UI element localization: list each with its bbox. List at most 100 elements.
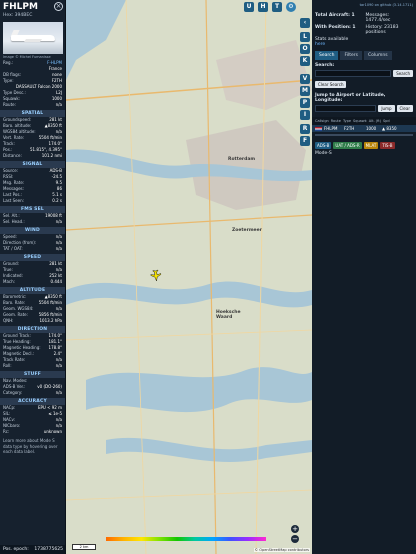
section-speed: SPEED Ground: 281 kt True: n/a Indicated: 252 … bbox=[0, 254, 65, 285]
info-value: 0.444 bbox=[50, 279, 62, 284]
pos-epoch-value: 1738775625 bbox=[34, 547, 63, 552]
section-heading[interactable]: SPATIAL bbox=[0, 110, 65, 117]
messages-rate: Messages: 1477.4/sec bbox=[365, 13, 391, 23]
badge-tisb: TIS-B bbox=[380, 142, 395, 149]
info-label: TAT / OAT: bbox=[3, 246, 23, 251]
tab-search[interactable]: Search bbox=[315, 51, 339, 60]
section-direction: DIRECTION Ground Track: 174.0° True Heading… bbox=[0, 326, 65, 369]
map-canvas[interactable] bbox=[66, 0, 312, 554]
info-value: 1013.2 hPa bbox=[39, 318, 63, 323]
close-icon[interactable]: × bbox=[54, 2, 63, 11]
panel-tabs: Search Filters Columns bbox=[312, 47, 416, 60]
section-heading[interactable]: WIND bbox=[0, 227, 65, 234]
row-alt: ▲ 8350 bbox=[382, 126, 397, 131]
info-row: QNH: 1013.2 hPa bbox=[0, 318, 65, 324]
section-signal: SIGNAL Source: ADS-B RSSI: -24.5 Msg. Rate: 9.… bbox=[0, 161, 65, 204]
info-label: Type: bbox=[3, 78, 14, 83]
map-control-m[interactable]: M bbox=[300, 86, 310, 96]
badge-uat: UAT / ADS-R bbox=[333, 142, 362, 149]
info-label: Last Seen: bbox=[3, 198, 24, 203]
section-stuff: STUFF Nav. Modes: ADS-B Ver.: v0 (DO-260) Ca… bbox=[0, 371, 65, 396]
aircraft-table-header: Callsign Route Type Squawk Alt. (ft) Spd bbox=[312, 117, 416, 125]
col-callsign[interactable]: Callsign bbox=[315, 119, 329, 123]
info-value: n/a bbox=[55, 219, 62, 224]
info-row: Last Seen: 0.2 s bbox=[0, 198, 65, 204]
history-count: History: 23183 positions bbox=[365, 25, 399, 35]
jump-label: Jump to Airport or Latitude, Longitude: bbox=[315, 93, 386, 103]
map-control-p[interactable]: P bbox=[300, 98, 310, 108]
aircraft-info-row: Route: n/a bbox=[0, 102, 65, 108]
map-control-t[interactable]: T bbox=[272, 2, 282, 12]
map-control-v[interactable]: V bbox=[300, 74, 310, 84]
with-position: With Position: 1 bbox=[315, 25, 356, 30]
settings-icon[interactable]: ⚙ bbox=[286, 2, 296, 12]
map-control-h[interactable]: H bbox=[258, 2, 268, 12]
table-row[interactable]: FHLPM F2TH 1000 ▲ 8350 bbox=[312, 125, 416, 132]
info-label: Mach: bbox=[3, 279, 15, 284]
section-heading[interactable]: SIGNAL bbox=[0, 161, 65, 168]
map-control-l[interactable]: L bbox=[300, 32, 310, 42]
section-heading[interactable]: ALTITUDE bbox=[0, 287, 65, 294]
right-panel: tar1090 on github (3.14.1711) Total Airc… bbox=[312, 0, 416, 554]
section-heading[interactable]: SPEED bbox=[0, 254, 65, 261]
row-callsign: FHLPM bbox=[324, 126, 338, 131]
info-row: TAT / OAT: n/a bbox=[0, 246, 65, 252]
col-alt[interactable]: Alt. (ft) bbox=[369, 119, 381, 123]
col-squawk[interactable]: Squawk bbox=[353, 119, 367, 123]
map-view[interactable]: Rotterdam Zoetermeer Hoeksche Waard U H … bbox=[66, 0, 312, 554]
info-label: QNH: bbox=[3, 318, 14, 323]
collapse-panel-icon[interactable]: ‹ bbox=[300, 18, 310, 28]
map-control-i[interactable]: I bbox=[300, 110, 310, 120]
col-type[interactable]: Type bbox=[343, 119, 351, 123]
section-accuracy: ACCURACY NACp: EPU < 92 m SIL: ≤ 1e-5 NACv: n/… bbox=[0, 398, 65, 435]
search-button[interactable]: Search bbox=[393, 70, 413, 77]
zoom-in-button[interactable]: + bbox=[291, 525, 299, 533]
map-attribution[interactable]: © OpenStreetMap contributors bbox=[253, 548, 310, 552]
pos-epoch: Pos. epoch: 1738775625 bbox=[0, 545, 65, 554]
jump-button[interactable]: Jump bbox=[378, 105, 395, 112]
section-heading[interactable]: FMS SEL bbox=[0, 206, 65, 213]
info-value: 101.2 nmi bbox=[41, 153, 62, 158]
map-place-zoetermeer: Zoetermeer bbox=[232, 228, 262, 233]
row-type: F2TH bbox=[344, 126, 355, 131]
map-control-r[interactable]: R bbox=[300, 124, 310, 134]
table-scrollbar[interactable] bbox=[315, 134, 413, 136]
map-control-k[interactable]: K bbox=[300, 56, 310, 66]
aircraft-info-panel: FHLPM × Hex: 394BEC Image © Michel Fuman… bbox=[0, 0, 66, 554]
version-link[interactable]: tar1090 on github (3.14.1711) bbox=[312, 0, 416, 7]
map-control-o[interactable]: O bbox=[300, 44, 310, 54]
section-heading[interactable]: DIRECTION bbox=[0, 326, 65, 333]
info-label: Reg.: bbox=[3, 60, 14, 65]
aircraft-photo[interactable] bbox=[3, 22, 63, 54]
map-control-u[interactable]: U bbox=[244, 2, 254, 12]
zoom-out-button[interactable]: − bbox=[291, 535, 299, 543]
mode-s-label: Mode-S bbox=[315, 151, 332, 156]
jump-clear-button[interactable]: Clear bbox=[396, 105, 413, 112]
col-speed[interactable]: Spd bbox=[383, 119, 390, 123]
tab-columns[interactable]: Columns bbox=[363, 51, 392, 60]
mode-s-note: Learn more about Mode S data type by hov… bbox=[3, 438, 58, 454]
info-row: Roll: n/a bbox=[0, 363, 65, 369]
clear-search-button[interactable]: Clear Search bbox=[315, 81, 347, 88]
map-control-f[interactable]: F bbox=[300, 136, 310, 146]
map-place-rotterdam: Rotterdam bbox=[228, 157, 256, 162]
section-wind: WIND Speed: n/a Direction (from): n/a TAT / O… bbox=[0, 227, 65, 252]
hex-subtitle: Hex: 394BEC bbox=[3, 13, 33, 18]
info-label: Sel. Head.: bbox=[3, 219, 25, 224]
map-place-hoeksche-waard: Hoeksche Waard bbox=[216, 310, 241, 320]
source-legend: ADS-B UAT / ADS-R MLAT TIS-B bbox=[312, 138, 416, 149]
pos-epoch-label: Pos. epoch: bbox=[3, 547, 29, 552]
info-row: Category: n/a bbox=[0, 390, 65, 396]
tab-filters[interactable]: Filters bbox=[340, 51, 362, 60]
search-input[interactable] bbox=[315, 70, 392, 77]
info-row: Mach: 0.444 bbox=[0, 279, 65, 285]
section-heading[interactable]: STUFF bbox=[0, 371, 65, 378]
col-route[interactable]: Route bbox=[331, 119, 341, 123]
jump-input[interactable] bbox=[315, 105, 377, 112]
info-value: n/a bbox=[55, 390, 62, 395]
info-row: Sel. Head.: n/a bbox=[0, 219, 65, 225]
info-label: Category: bbox=[3, 390, 23, 395]
info-label: Roll: bbox=[3, 363, 12, 368]
section-heading[interactable]: ACCURACY bbox=[0, 398, 65, 405]
total-aircraft: Total Aircraft: 1 bbox=[315, 13, 355, 18]
